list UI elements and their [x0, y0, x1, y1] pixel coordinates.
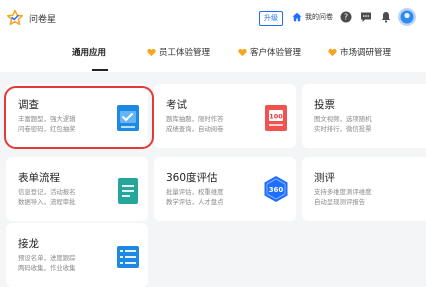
- card-title: 测评: [314, 172, 335, 184]
- card-desc-line: 两码收集，作业收集: [18, 264, 76, 272]
- card-desc-line: 信息登记，活动报名: [18, 188, 76, 196]
- tab-label: 客户体验管理: [250, 48, 302, 58]
- card-desc-line: 自动呈现测评报告: [314, 198, 366, 206]
- exam-paper-icon: 100: [265, 105, 287, 131]
- app-card-vote[interactable]: 投票 图文视频，选项随机 实时排行，微信投票: [302, 84, 426, 148]
- card-title: 接龙: [18, 238, 39, 250]
- card-description: 支持多维度测评维度 自动呈现测评报告: [314, 187, 390, 207]
- app-card-exam[interactable]: 考试 题库抽题，限时作答 成绩查询，自动阅卷 100: [154, 84, 296, 148]
- card-description: 批量评估，权重维度 教学评估，人才盘点: [166, 187, 242, 207]
- card-desc-line: 丰富题型，强大逻辑: [18, 115, 76, 123]
- app-card-360-evaluation[interactable]: 360度评估 批量评估，权重维度 教学评估，人才盘点 360: [154, 157, 296, 221]
- upgrade-button[interactable]: 升级: [259, 11, 283, 26]
- hexagon-360-icon: 360: [264, 176, 288, 202]
- tab-label: 通用应用: [72, 48, 107, 58]
- card-desc-line: 教学评估，人才盘点: [166, 198, 224, 206]
- help-icon[interactable]: ?: [340, 11, 352, 23]
- card-desc-line: 支持多维度测评维度: [314, 188, 372, 196]
- brand-name: 问卷星: [29, 14, 57, 25]
- tab-label: 市场调研管理: [340, 48, 392, 58]
- exam-score-badge: 100: [269, 113, 283, 121]
- card-title: 考试: [166, 99, 187, 111]
- hexagon-360-label: 360: [269, 186, 284, 194]
- card-desc-line: 数据导入，流程审批: [18, 198, 76, 206]
- card-description: 图文视频，选项随机 实时排行，微信投票: [314, 114, 390, 134]
- card-description: 丰富题型，强大逻辑 问卷密码，红包抽奖: [18, 114, 94, 134]
- bell-icon[interactable]: [380, 11, 392, 23]
- card-desc-line: 图文视频，选项随机: [314, 115, 372, 123]
- card-desc-line: 预设名单，进度跟踪: [18, 254, 76, 262]
- app-card-relay[interactable]: 接龙 预设名单，进度跟踪 两码收集，作业收集: [6, 223, 148, 287]
- card-title: 投票: [314, 99, 335, 111]
- tab-employee-experience[interactable]: 员工体验管理: [147, 46, 210, 58]
- tab-market-research[interactable]: 市场调研管理: [328, 46, 391, 58]
- svg-text:?: ?: [344, 13, 348, 22]
- card-desc-line: 题库抽题，限时作答: [166, 115, 224, 123]
- card-title: 360度评估: [166, 172, 218, 184]
- card-title: 调查: [18, 99, 39, 111]
- avatar[interactable]: [398, 8, 416, 26]
- message-icon[interactable]: [360, 11, 372, 23]
- relay-list-icon: [117, 246, 139, 268]
- heart-icon: [328, 48, 337, 56]
- card-desc-line: 问卷密码，红包抽奖: [18, 125, 76, 133]
- heart-icon: [147, 48, 156, 56]
- form-icon: [118, 178, 138, 204]
- card-description: 信息登记，活动报名 数据导入，流程审批: [18, 187, 94, 207]
- home-icon: [292, 12, 302, 22]
- top-bar: 问卷星 升级 我的问卷 ?: [0, 0, 426, 36]
- tab-customer-experience[interactable]: 客户体验管理: [238, 46, 301, 58]
- avatar-image: [398, 8, 416, 26]
- card-desc-line: 成绩查询，自动阅卷: [166, 125, 224, 133]
- brand[interactable]: 问卷星: [6, 9, 56, 27]
- app-card-form[interactable]: 表单流程 信息登记，活动报名 数据导入，流程审批: [6, 157, 148, 221]
- survey-icon: [117, 105, 139, 131]
- card-desc-line: 实时排行，微信投票: [314, 125, 372, 133]
- card-description: 题库抽题，限时作答 成绩查询，自动阅卷: [166, 114, 242, 134]
- card-description: 预设名单，进度跟踪 两码收集，作业收集: [18, 253, 94, 273]
- card-title: 表单流程: [18, 172, 60, 184]
- star-logo-icon: [6, 9, 24, 26]
- my-surveys-link[interactable]: 我的问卷: [292, 12, 333, 22]
- tab-label: 员工体验管理: [159, 48, 211, 58]
- card-desc-line: 批量评估，权重维度: [166, 188, 224, 196]
- tab-general-apps[interactable]: 通用应用: [72, 46, 106, 58]
- heart-icon: [238, 48, 247, 56]
- app-card-survey[interactable]: 调查 丰富题型，强大逻辑 问卷密码，红包抽奖: [6, 84, 148, 148]
- active-tab-indicator: [92, 69, 108, 71]
- app-card-assessment[interactable]: 测评 支持多维度测评维度 自动呈现测评报告: [302, 157, 426, 221]
- category-tabs: 通用应用 员工体验管理 客户体验管理 市场调研管理: [0, 36, 426, 72]
- my-surveys-label: 我的问卷: [305, 13, 333, 21]
